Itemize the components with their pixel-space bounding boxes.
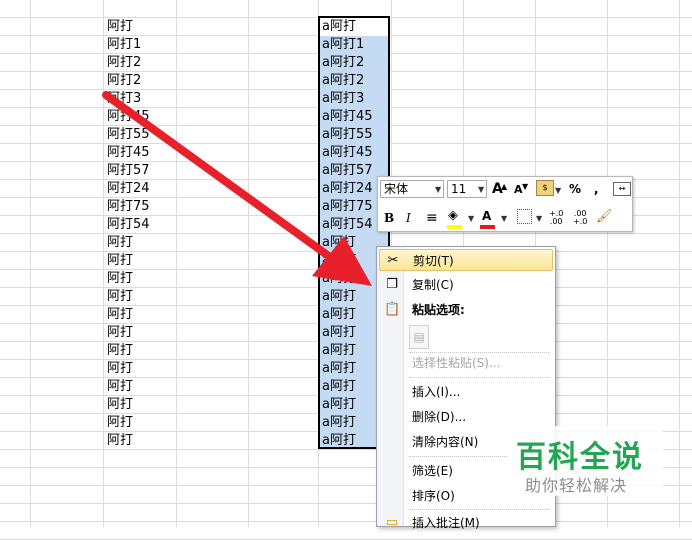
menu-item-delete[interactable]: 删除(D)... (379, 406, 553, 428)
menu-item-label: 插入批注(M) (412, 516, 480, 530)
menu-item-label: 筛选(E) (412, 464, 453, 478)
bold-button[interactable]: B (384, 209, 394, 227)
watermark-subtitle: 助你轻松解决 (525, 476, 628, 495)
paste-option-button[interactable]: ▤ (409, 325, 429, 349)
menu-item-label: 复制(C) (412, 278, 454, 292)
menu-item-copy[interactable]: ❐ 复制(C) (379, 274, 553, 296)
watermark-logo: 百科全说 助你轻松解决 (508, 426, 663, 496)
watermark-title: 百科全说 (516, 440, 644, 475)
chevron-down-icon: ▼ (555, 186, 562, 195)
menu-item-label: 排序(O) (412, 489, 455, 503)
font-name-dropdown[interactable]: 宋体 ▼ (380, 180, 444, 198)
arrow-head (312, 236, 372, 286)
fill-color-swatch (447, 225, 462, 229)
chevron-down-icon: ▼ (478, 185, 485, 194)
chevron-down-icon: ▼ (435, 185, 442, 194)
percent-button[interactable]: % (569, 180, 581, 198)
font-size-value: 11 (451, 182, 467, 196)
merge-center-icon[interactable]: ↔ (613, 182, 631, 196)
mini-toolbar: 宋体 ▼ 11 ▼ A ▲ A ▼ $ ▼ % , ↔ B I ≡ ◈ ▼ A … (377, 176, 633, 232)
arrow-down-icon: ▼ (522, 182, 529, 191)
font-color-swatch (480, 225, 495, 229)
menu-item-label: 选择性粘贴(S)... (412, 356, 501, 370)
clipboard-icon: 📋 (384, 302, 401, 317)
menu-item-cut[interactable]: ✂ 剪切(T) (379, 249, 553, 271)
menu-item-paste-special[interactable]: 选择性粘贴(S)... (379, 352, 553, 374)
menu-item-label: 清除内容(N) (412, 435, 479, 449)
menu-item-label: 删除(D)... (412, 410, 467, 424)
chevron-down-icon: ▼ (501, 214, 508, 223)
arrow-shaft (102, 91, 334, 261)
italic-button[interactable]: I (406, 209, 411, 227)
menu-item-label: 剪切(T) (413, 254, 454, 268)
menu-item-insert-comment[interactable]: ▭ 插入批注(M) (379, 512, 553, 534)
borders-icon[interactable] (517, 209, 532, 224)
menu-item-paste-options: 📋 粘贴选项: (379, 299, 553, 321)
align-center-icon[interactable]: ≡ (426, 209, 438, 227)
accounting-format-icon[interactable]: $ (536, 180, 554, 196)
increase-decimal-button[interactable]: +.0 .00 (549, 210, 563, 226)
decrease-decimal-button[interactable]: .00 +.0 (573, 210, 587, 226)
copy-icon: ❐ (386, 277, 398, 292)
fill-color-icon[interactable]: ◈ (448, 207, 458, 225)
format-painter-icon[interactable]: 🖌 (596, 208, 613, 226)
menu-item-insert[interactable]: 插入(I)... (379, 381, 553, 403)
arrow-up-icon: ▲ (501, 182, 508, 191)
menu-item-label: 粘贴选项: (412, 303, 465, 317)
font-color-button[interactable]: A (482, 207, 491, 225)
comma-button[interactable]: , (594, 180, 599, 198)
font-name-value: 宋体 (384, 182, 409, 196)
chevron-down-icon: ▼ (536, 214, 543, 223)
font-size-dropdown[interactable]: 11 ▼ (447, 180, 487, 198)
menu-item-label: 插入(I)... (412, 385, 461, 399)
menu-separator (409, 377, 549, 378)
chevron-down-icon: ▼ (468, 214, 475, 223)
menu-separator (409, 509, 549, 510)
comment-icon: ▭ (385, 515, 399, 530)
scissors-icon: ✂ (387, 253, 399, 268)
